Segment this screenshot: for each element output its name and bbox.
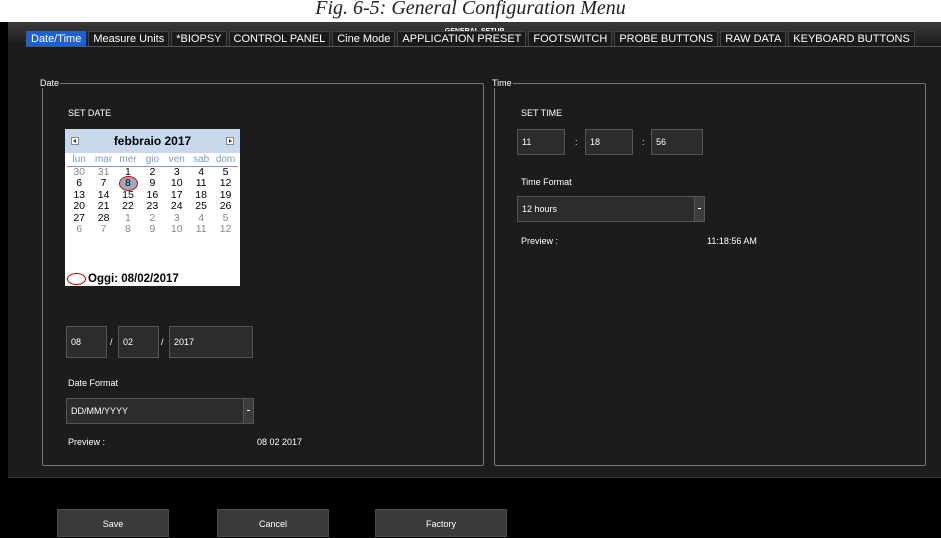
calendar-day[interactable]: 8 (116, 176, 140, 191)
calendar-day[interactable]: 12 (213, 177, 237, 190)
calendar-day[interactable]: 10 (165, 177, 189, 190)
calendar-day[interactable]: 25 (189, 200, 213, 213)
time-format-label: Time Format (521, 177, 572, 187)
date-year-field[interactable]: 2017 (169, 326, 253, 358)
calendar-today-link[interactable]: Oggi: 08/02/2017 (67, 273, 179, 285)
dropdown-arrow-icon[interactable] (243, 399, 253, 423)
date-group-legend: Date (40, 78, 60, 88)
tab-control-panel[interactable]: CONTROL PANEL (228, 31, 331, 46)
calendar-day[interactable]: 12 (213, 223, 237, 236)
calendar-day[interactable]: 21 (91, 200, 115, 213)
tab-cine-mode[interactable]: Cine Mode (332, 31, 396, 46)
factory-button[interactable]: Factory (375, 509, 507, 537)
date-separator-1: / (110, 337, 113, 347)
save-button[interactable]: Save (57, 509, 169, 537)
tab-probe-buttons[interactable]: PROBE BUTTONS (614, 31, 719, 46)
time-second-field[interactable]: 56 (651, 129, 703, 155)
time-preview-label: Preview : (521, 236, 559, 246)
dropdown-arrow-icon[interactable] (694, 197, 704, 221)
time-format-value: 12 hours (522, 204, 558, 214)
calendar-today-label: Oggi: 08/02/2017 (88, 273, 179, 286)
calendar-weekday: sab (188, 154, 214, 167)
tab-biopsy[interactable]: *BIOPSY (171, 31, 227, 46)
calendar-day[interactable]: 23 (140, 200, 164, 213)
tab-bar: Date/Time Measure Units *BIOPSY CONTROL … (26, 31, 917, 46)
calendar-day[interactable]: 7 (91, 177, 115, 190)
date-format-label: Date Format (68, 378, 119, 388)
calendar-weekday: dom (213, 154, 238, 167)
calendar-day[interactable]: 10 (165, 223, 189, 236)
time-group-legend: Time (492, 78, 512, 88)
calendar-day[interactable]: 11 (189, 177, 213, 190)
tab-measure-units[interactable]: Measure Units (88, 31, 170, 46)
calendar-month-label: febbraio 2017 (65, 129, 240, 153)
date-calendar[interactable]: febbraio 2017 lun mar mer gio ven sab dom 30 31 1… (65, 129, 240, 286)
date-format-select[interactable]: DD/MM/YYYY (66, 398, 254, 424)
tab-date-time[interactable]: Date/Time (26, 31, 87, 46)
calendar-day[interactable]: 6 (67, 223, 91, 236)
time-format-select[interactable]: 12 hours (517, 196, 705, 222)
figure-caption: Fig. 6-5: General Configuration Menu (0, 0, 941, 22)
calendar-day[interactable]: 8 (116, 223, 140, 236)
calendar-prev-month-icon[interactable] (71, 137, 79, 145)
calendar-day[interactable]: 11 (189, 223, 213, 236)
date-separator-2: / (161, 337, 164, 347)
set-time-label: SET TIME (521, 108, 563, 118)
calendar-day[interactable]: 24 (165, 200, 189, 213)
calendar-weekday: lun (67, 154, 92, 167)
calendar-day[interactable]: 20 (67, 200, 91, 213)
set-date-label: SET DATE (68, 108, 112, 118)
calendar-day-grid: lun mar mer gio ven sab dom 30 31 1 2 3 4 5 6 7 8 9 10 11 12… (67, 154, 238, 236)
calendar-weekday: gio (140, 154, 165, 167)
date-format-value: DD/MM/YYYY (71, 406, 129, 416)
calendar-day[interactable]: 9 (140, 177, 164, 190)
tab-footswitch[interactable]: FOOTSWITCH (528, 31, 613, 46)
calendar-day[interactable]: 9 (140, 223, 164, 236)
calendar-day[interactable]: 22 (116, 200, 140, 213)
calendar-day[interactable]: 6 (67, 177, 91, 190)
tab-keyboard-buttons[interactable]: KEYBOARD BUTTONS (788, 31, 915, 46)
cancel-button[interactable]: Cancel (217, 509, 329, 537)
calendar-day[interactable]: 7 (91, 223, 115, 236)
calendar-day[interactable]: 26 (213, 200, 237, 213)
date-day-field[interactable]: 08 (66, 326, 107, 358)
time-preview-value: 11:18:56 AM (707, 236, 757, 246)
tab-application-preset[interactable]: APPLICATION PRESET (397, 31, 527, 46)
tab-raw-data[interactable]: RAW DATA (720, 31, 787, 46)
calendar-next-month-icon[interactable] (226, 137, 234, 145)
date-preview-label: Preview : (68, 437, 106, 447)
today-marker-icon (67, 273, 86, 285)
date-month-field[interactable]: 02 (118, 326, 159, 358)
time-minute-field[interactable]: 18 (585, 129, 633, 155)
time-separator-2: : (642, 137, 645, 147)
calendar-weekday: mer (115, 154, 141, 167)
date-preview-value: 08 02 2017 (257, 437, 303, 447)
calendar-weekday: ven (164, 154, 189, 167)
time-hour-field[interactable]: 11 (517, 129, 565, 155)
time-separator-1: : (575, 137, 578, 147)
calendar-weekday: mar (91, 154, 116, 167)
